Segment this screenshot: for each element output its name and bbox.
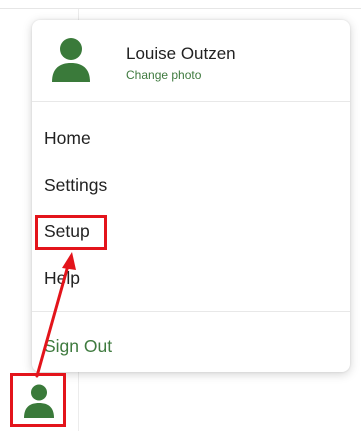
menu-item-setup[interactable]: Setup [44,221,90,242]
page: Louise Outzen Change photo Home Settings… [0,0,361,431]
user-menu-dropdown: Louise Outzen Change photo Home Settings… [32,20,350,372]
menu-divider [32,311,350,312]
menu-item-help[interactable]: Help [44,268,80,289]
top-divider [0,8,361,9]
profile-header: Louise Outzen Change photo [32,20,350,102]
profile-name: Louise Outzen [126,44,236,63]
user-icon [24,384,54,418]
user-menu-button[interactable] [10,373,66,427]
menu-item-home[interactable]: Home [44,128,91,149]
change-photo-link[interactable]: Change photo [126,68,201,82]
menu-item-settings[interactable]: Settings [44,175,107,196]
user-icon[interactable] [50,36,92,84]
sign-out-link[interactable]: Sign Out [44,336,112,357]
